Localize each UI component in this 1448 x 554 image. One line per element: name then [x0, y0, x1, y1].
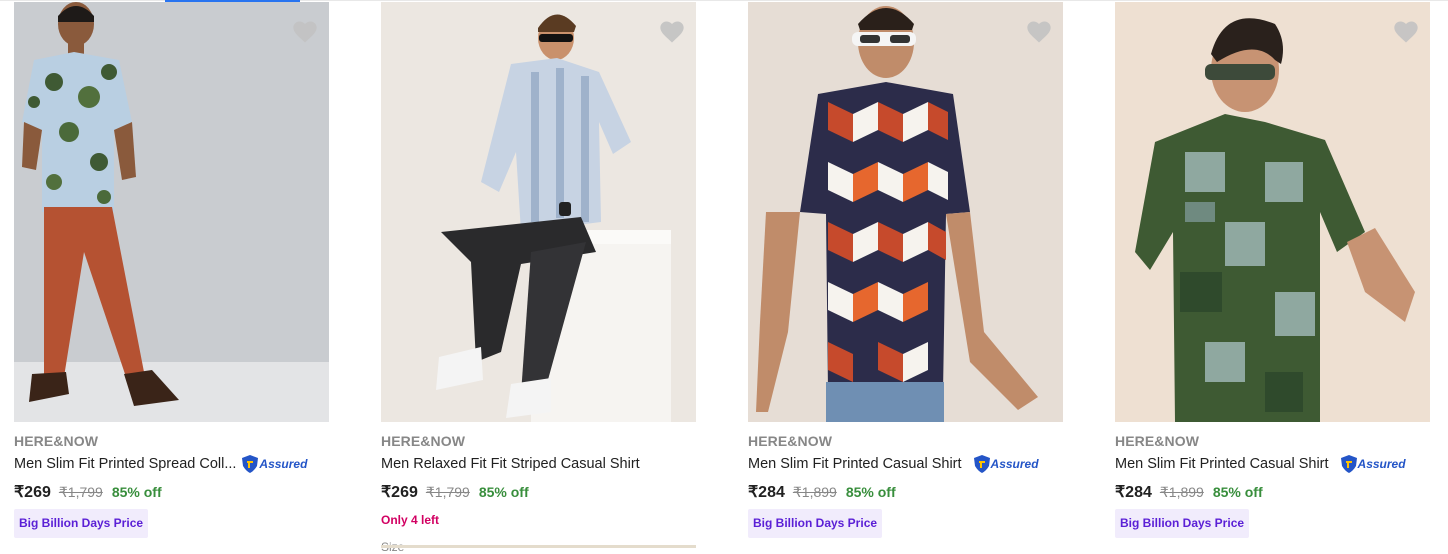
assured-badge: Assured [242, 455, 307, 473]
assured-shield-icon [242, 455, 259, 473]
wishlist-heart-icon[interactable] [1025, 18, 1053, 46]
promo-badge: Big Billion Days Price [1115, 509, 1250, 538]
original-price: ₹1,899 [792, 484, 837, 500]
product-card[interactable]: HERE&NOW Men Slim Fit Printed Spread Col… [0, 0, 340, 548]
wishlist-heart-icon[interactable] [1392, 18, 1420, 46]
promo-badge: Big Billion Days Price [748, 509, 883, 538]
original-price: ₹1,799 [425, 484, 470, 500]
assured-label: Assured [990, 457, 1039, 471]
wishlist-heart-icon[interactable] [658, 18, 686, 46]
assured-shield-icon [1340, 455, 1357, 473]
discount-label: 85% off [1212, 484, 1263, 500]
product-image[interactable] [748, 2, 1063, 422]
price-row: ₹284 ₹1,899 85% off [748, 482, 896, 502]
wishlist-heart-icon[interactable] [291, 18, 319, 46]
product-image[interactable] [1115, 2, 1430, 422]
product-image[interactable] [381, 2, 696, 422]
discount-label: 85% off [478, 484, 529, 500]
product-title[interactable]: Men Relaxed Fit Fit Striped Casual Shirt [381, 456, 640, 472]
product-title[interactable]: Men Slim Fit Printed Casual Shirt [1115, 456, 1329, 472]
original-price: ₹1,799 [58, 484, 103, 500]
promo-badge: Big Billion Days Price [14, 509, 149, 538]
product-title-row: Men Slim Fit Printed Spread Coll... Assu… [14, 455, 307, 473]
product-card[interactable]: HERE&NOW Men Slim Fit Printed Casual Shi… [1101, 0, 1441, 548]
product-title-row: Men Relaxed Fit Fit Striped Casual Shirt [381, 455, 640, 473]
assured-label: Assured [1357, 457, 1406, 471]
product-title-row: Men Slim Fit Printed Casual Shirt Assure… [1115, 455, 1406, 473]
discount-label: 85% off [111, 484, 162, 500]
selling-price: ₹284 [1115, 484, 1152, 501]
assured-badge: Assured [973, 455, 1039, 473]
product-card[interactable]: HERE&NOW Men Relaxed Fit Fit Striped Cas… [367, 0, 707, 554]
selling-price: ₹284 [748, 484, 785, 501]
product-grid: HERE&NOW Men Slim Fit Printed Spread Col… [0, 0, 1448, 554]
price-row: ₹269 ₹1,799 85% off [381, 482, 529, 502]
product-brand: HERE&NOW [748, 433, 833, 449]
product-card[interactable]: HERE&NOW Men Slim Fit Printed Casual Shi… [734, 0, 1074, 548]
selling-price: ₹269 [14, 484, 51, 501]
product-image[interactable] [14, 2, 329, 422]
product-brand: HERE&NOW [381, 433, 466, 449]
price-row: ₹269 ₹1,799 85% off [14, 482, 162, 502]
discount-label: 85% off [845, 484, 896, 500]
original-price: ₹1,899 [1159, 484, 1204, 500]
product-title[interactable]: Men Slim Fit Printed Casual Shirt [748, 456, 962, 472]
product-title-row: Men Slim Fit Printed Casual Shirt Assure… [748, 455, 1039, 473]
assured-shield-icon [973, 455, 990, 473]
price-row: ₹284 ₹1,899 85% off [1115, 482, 1263, 502]
selling-price: ₹269 [381, 484, 418, 501]
product-brand: HERE&NOW [1115, 433, 1200, 449]
product-title[interactable]: Men Slim Fit Printed Spread Coll... [14, 456, 236, 472]
assured-label: Assured [259, 457, 308, 471]
stock-warning: Only 4 left [381, 513, 440, 527]
product-brand: HERE&NOW [14, 433, 99, 449]
assured-badge: Assured [1340, 455, 1406, 473]
